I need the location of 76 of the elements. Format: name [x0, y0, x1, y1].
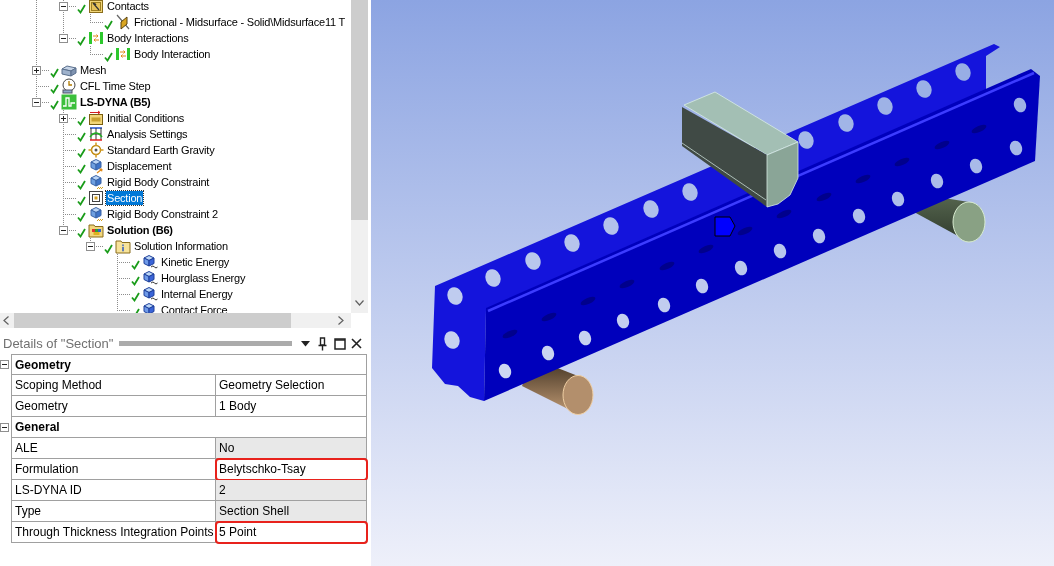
- cube-wave-icon: [142, 270, 158, 286]
- interaction-icon: [115, 46, 131, 62]
- dropdown-icon[interactable]: [301, 340, 310, 347]
- chevron-right-icon[interactable]: [338, 316, 344, 325]
- tree-item[interactable]: Solution (B6): [106, 223, 174, 237]
- grid-frame-icon: [88, 126, 104, 142]
- analysis-icon: [61, 94, 77, 110]
- property-name: Through Thickness Integration Points: [11, 522, 216, 543]
- contact-folder-icon: [88, 0, 104, 14]
- cube-arrow-icon: [88, 158, 104, 174]
- tree-item[interactable]: Displacement: [106, 159, 173, 173]
- horizontal-scrollbar[interactable]: [0, 313, 351, 328]
- property-value[interactable]: 5 Point: [216, 522, 367, 543]
- tree-item[interactable]: Frictional - Midsurface - Solid\Midsurface11 T: [133, 15, 347, 29]
- tree-item[interactable]: Hourglass Energy: [160, 271, 247, 285]
- tree-item[interactable]: Mesh: [79, 63, 108, 77]
- category-header[interactable]: Geometry: [11, 354, 367, 375]
- tree-item[interactable]: CFL Time Step: [79, 79, 152, 93]
- property-name: LS-DYNA ID: [11, 480, 216, 501]
- target-icon: [88, 142, 104, 158]
- property-name: Formulation: [11, 459, 216, 480]
- chevron-down-icon[interactable]: [355, 300, 364, 306]
- maximize-icon[interactable]: [334, 337, 346, 350]
- grip-icon[interactable]: [119, 341, 292, 346]
- collapse-icon[interactable]: [0, 360, 9, 369]
- square-frame-icon: [88, 190, 104, 206]
- vertical-scrollbar[interactable]: [351, 0, 368, 313]
- close-icon[interactable]: [351, 338, 362, 349]
- expand-icon[interactable]: [59, 113, 68, 123]
- property-value[interactable]: Section Shell: [216, 501, 367, 522]
- property-value[interactable]: 1 Body: [216, 396, 367, 417]
- tree-item[interactable]: Rigid Body Constraint: [106, 175, 211, 189]
- collapse-icon[interactable]: [32, 97, 41, 107]
- property-name: Scoping Method: [11, 375, 216, 396]
- tree-item[interactable]: LS-DYNA (B5): [79, 95, 152, 109]
- cube-icon: [88, 174, 104, 190]
- property-value[interactable]: Belytschko-Tsay: [216, 459, 367, 480]
- contact-pair-icon: [115, 14, 131, 30]
- property-name: Geometry: [11, 396, 216, 417]
- interaction-icon: [88, 30, 104, 46]
- tree-item[interactable]: Kinetic Energy: [160, 255, 231, 269]
- tree-item[interactable]: Body Interaction: [133, 47, 212, 61]
- pentagon-marker-icon: [714, 216, 736, 237]
- property-name: ALE: [11, 438, 216, 459]
- panel-title: Details of "Section": [3, 336, 114, 351]
- collapse-icon[interactable]: [59, 1, 68, 11]
- tree-item[interactable]: Internal Energy: [160, 287, 234, 301]
- property-name: Type: [11, 501, 216, 522]
- cube-wave-icon: [142, 254, 158, 270]
- info-folder-icon: [115, 238, 131, 254]
- tree-item[interactable]: Section: [106, 191, 144, 205]
- folder-icon: [88, 222, 104, 238]
- mesh-block-icon: [61, 62, 77, 78]
- property-value[interactable]: 2: [216, 480, 367, 501]
- tree-item[interactable]: Analysis Settings: [106, 127, 189, 141]
- property-value[interactable]: No: [216, 438, 367, 459]
- expand-icon[interactable]: [32, 65, 41, 75]
- tree-item[interactable]: Body Interactions: [106, 31, 190, 45]
- collapse-icon[interactable]: [59, 33, 68, 43]
- tree-item[interactable]: Standard Earth Gravity: [106, 143, 216, 157]
- pin-icon[interactable]: [318, 336, 327, 351]
- tree-item[interactable]: Contacts: [106, 0, 150, 13]
- tree-item[interactable]: Rigid Body Constraint 2: [106, 207, 219, 221]
- tree-item[interactable]: Initial Conditions: [106, 111, 186, 125]
- initial-box-icon: [88, 110, 104, 126]
- chevron-left-icon[interactable]: [3, 316, 9, 325]
- scrollbar-thumb[interactable]: [351, 0, 368, 220]
- scrollbar-thumb[interactable]: [14, 313, 291, 328]
- category-header[interactable]: General: [11, 417, 367, 438]
- collapse-icon[interactable]: [59, 225, 68, 235]
- collapse-icon[interactable]: [86, 241, 95, 251]
- cube-icon: [88, 206, 104, 222]
- clock-icon: [61, 78, 77, 94]
- collapse-icon[interactable]: [0, 423, 9, 432]
- tree-item[interactable]: Solution Information: [133, 239, 229, 253]
- property-value[interactable]: Geometry Selection: [216, 375, 367, 396]
